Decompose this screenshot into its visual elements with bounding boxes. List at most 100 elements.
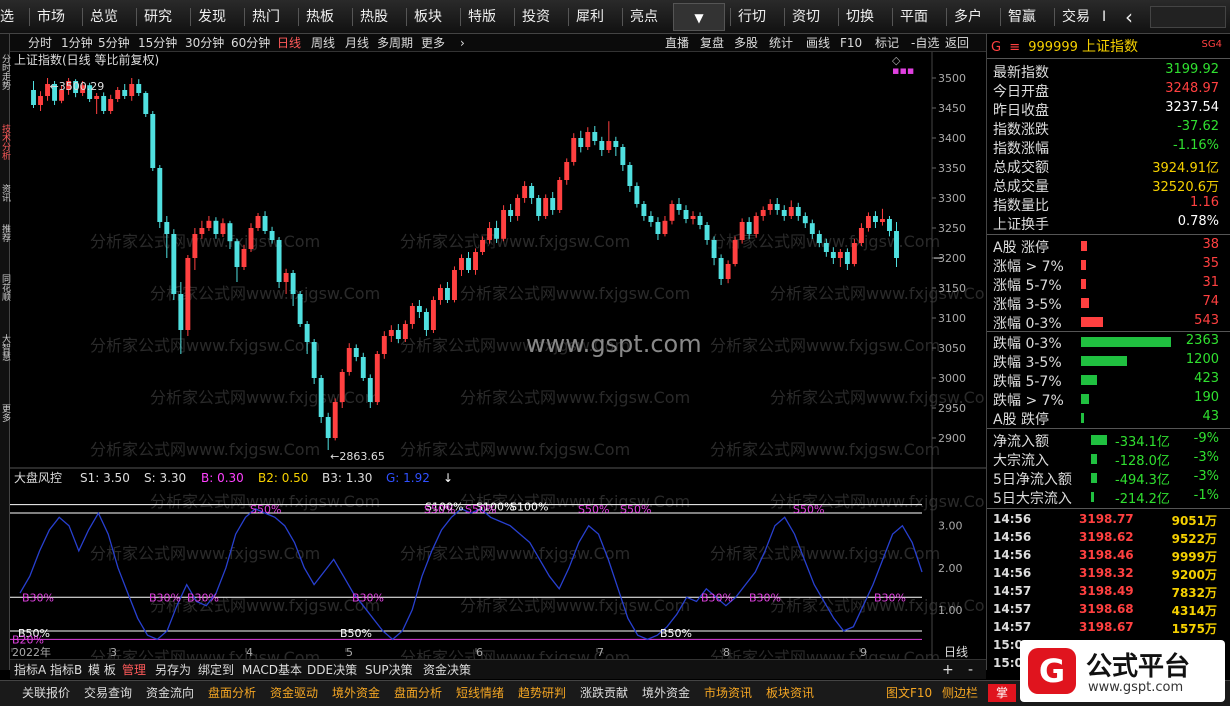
period-tab-7[interactable]: 周线: [311, 34, 335, 52]
footer-tab-11[interactable]: 市场资讯: [704, 681, 752, 705]
footer-tab-12[interactable]: 板块资讯: [766, 681, 814, 705]
menu-item-3[interactable]: 研究: [144, 0, 172, 34]
menu-item-14[interactable]: 资切: [792, 0, 820, 34]
footer-tab-2[interactable]: 资金流向: [146, 681, 194, 705]
window-close-icon[interactable]: [1150, 6, 1226, 28]
candle-body: [634, 186, 640, 204]
period-tab-1[interactable]: 1分钟: [61, 34, 93, 52]
candle-body: [276, 240, 282, 282]
left-tab-4[interactable]: 同花顺: [0, 274, 10, 301]
period-tab-4[interactable]: 30分钟: [185, 34, 224, 52]
indicator-tab-0[interactable]: 指标A: [14, 660, 46, 680]
tool-button-4[interactable]: 画线: [806, 34, 830, 52]
left-tab-1[interactable]: 技术分析: [0, 124, 10, 160]
menu-item-5[interactable]: 热门: [252, 0, 280, 34]
menu-item-9[interactable]: 特版: [468, 0, 496, 34]
left-tab-5[interactable]: 大智慧: [0, 334, 10, 361]
footer-tab-1[interactable]: 交易查询: [84, 681, 132, 705]
menu-item-19[interactable]: 交易: [1062, 0, 1090, 34]
candle-body: [592, 132, 598, 141]
menu-item-17[interactable]: 多户: [954, 0, 982, 34]
tool-button-0[interactable]: 直播: [665, 34, 689, 52]
left-tab-0[interactable]: 分时走势: [0, 54, 10, 90]
indicator-tab-6[interactable]: MACD基本: [242, 660, 302, 680]
dist-bar: [1081, 260, 1086, 270]
menu-item-7[interactable]: 热股: [360, 0, 388, 34]
menu-item-0[interactable]: 选: [0, 0, 14, 34]
divider: [987, 58, 1230, 59]
footer-tab-9[interactable]: 涨跌贡献: [580, 681, 628, 705]
menu-item-6[interactable]: 热板: [306, 0, 334, 34]
period-tab-3[interactable]: 15分钟: [138, 34, 177, 52]
period-tab-9[interactable]: 多周期: [377, 34, 413, 52]
menu-item-2[interactable]: 总览: [90, 0, 118, 34]
footer-tab-5[interactable]: 境外资金: [332, 681, 380, 705]
tool-button-8[interactable]: 返回: [945, 34, 969, 52]
indicator-tab-4[interactable]: 另存为: [155, 660, 191, 680]
indicator-tab-5[interactable]: 绑定到: [198, 660, 234, 680]
menu-item-13[interactable]: 行切: [738, 0, 766, 34]
menu-dropdown-button[interactable]: ▼: [673, 3, 725, 31]
period-tab-2[interactable]: 5分钟: [98, 34, 130, 52]
menu-item-16[interactable]: 平面: [900, 0, 928, 34]
tool-button-6[interactable]: 标记: [875, 34, 899, 52]
tool-button-1[interactable]: 复盘: [700, 34, 724, 52]
tool-button-3[interactable]: 统计: [769, 34, 793, 52]
footer-tab-8[interactable]: 趋势研判: [518, 681, 566, 705]
tool-button-7[interactable]: -自选: [911, 34, 939, 52]
candle-body: [697, 216, 703, 225]
indicator-tab-9[interactable]: 资金决策: [423, 660, 471, 680]
tool-button-5[interactable]: F10: [840, 34, 862, 52]
zoom-in-button[interactable]: +: [942, 660, 954, 680]
menu-item-10[interactable]: 投资: [522, 0, 550, 34]
candle-body: [206, 220, 212, 228]
candle-body: [501, 210, 507, 239]
menu-item-15[interactable]: 切换: [846, 0, 874, 34]
tool-button-2[interactable]: 多股: [734, 34, 758, 52]
period-tab-6[interactable]: 日线: [277, 34, 301, 52]
indicator-tab-2[interactable]: 模 板: [88, 660, 116, 680]
indicator-tab-8[interactable]: SUP决策: [365, 660, 413, 680]
quote-row: 最新指数 3199.92: [993, 62, 1225, 81]
candle-body: [248, 228, 254, 249]
footer-tab-6[interactable]: 盘面分析: [394, 681, 442, 705]
left-tab-2[interactable]: 资讯: [0, 184, 10, 202]
menu-item-8[interactable]: 板块: [414, 0, 442, 34]
candle-body: [858, 228, 864, 243]
chart-svg[interactable]: 分析家公式网www.fxjgsw.Com 分析家公式网www.fxjgsw.Com…: [10, 52, 1230, 667]
menu-item-18[interactable]: 智赢: [1008, 0, 1036, 34]
candle-body: [452, 270, 457, 300]
indicator-tab-7[interactable]: DDE决策: [307, 660, 357, 680]
back-arrow-icon[interactable]: ‹: [1125, 0, 1133, 34]
indicator-mark-magenta: S50%: [578, 503, 609, 516]
chart-area[interactable]: 分析家公式网www.fxjgsw.Com 分析家公式网www.fxjgsw.Com…: [10, 52, 1230, 667]
menu-item-11[interactable]: 犀利: [576, 0, 604, 34]
sidebar-button[interactable]: 侧边栏: [942, 681, 978, 705]
left-tab-6[interactable]: 更多: [0, 404, 10, 422]
indicator-tab-3[interactable]: 管理: [122, 660, 146, 680]
footer-tab-0[interactable]: 关联报价: [22, 681, 70, 705]
more-chevron-icon[interactable]: ›: [460, 34, 465, 52]
palm-badge[interactable]: 掌: [988, 684, 1016, 702]
up-dist-row: 涨幅 0-3% 543: [993, 313, 1225, 332]
dots-icon[interactable]: ▪▪▪: [892, 64, 914, 77]
menu-item-4[interactable]: 发现: [198, 0, 226, 34]
month-label: 7: [597, 646, 604, 659]
menu-item-20[interactable]: I: [1102, 0, 1106, 34]
menu-item-1[interactable]: 市场: [37, 0, 65, 34]
footer-tab-3[interactable]: 盘面分析: [208, 681, 256, 705]
footer-tab-10[interactable]: 境外资金: [642, 681, 690, 705]
flow-pct: -9%: [1193, 431, 1219, 446]
footer-tab-7[interactable]: 短线情绪: [456, 681, 504, 705]
indicator-tab-1[interactable]: 指标B: [50, 660, 82, 680]
period-tab-10[interactable]: 更多: [421, 34, 445, 52]
period-tab-5[interactable]: 60分钟: [231, 34, 270, 52]
period-tab-0[interactable]: 分时: [28, 34, 52, 52]
footer-tab-4[interactable]: 资金驱动: [270, 681, 318, 705]
left-tab-3[interactable]: 推荐: [0, 224, 10, 242]
zoom-out-button[interactable]: -: [968, 660, 973, 680]
f10-button[interactable]: 图文F10: [886, 681, 932, 705]
menu-icon[interactable]: ≡: [1009, 40, 1020, 55]
menu-item-12[interactable]: 亮点: [630, 0, 658, 34]
period-tab-8[interactable]: 月线: [345, 34, 369, 52]
